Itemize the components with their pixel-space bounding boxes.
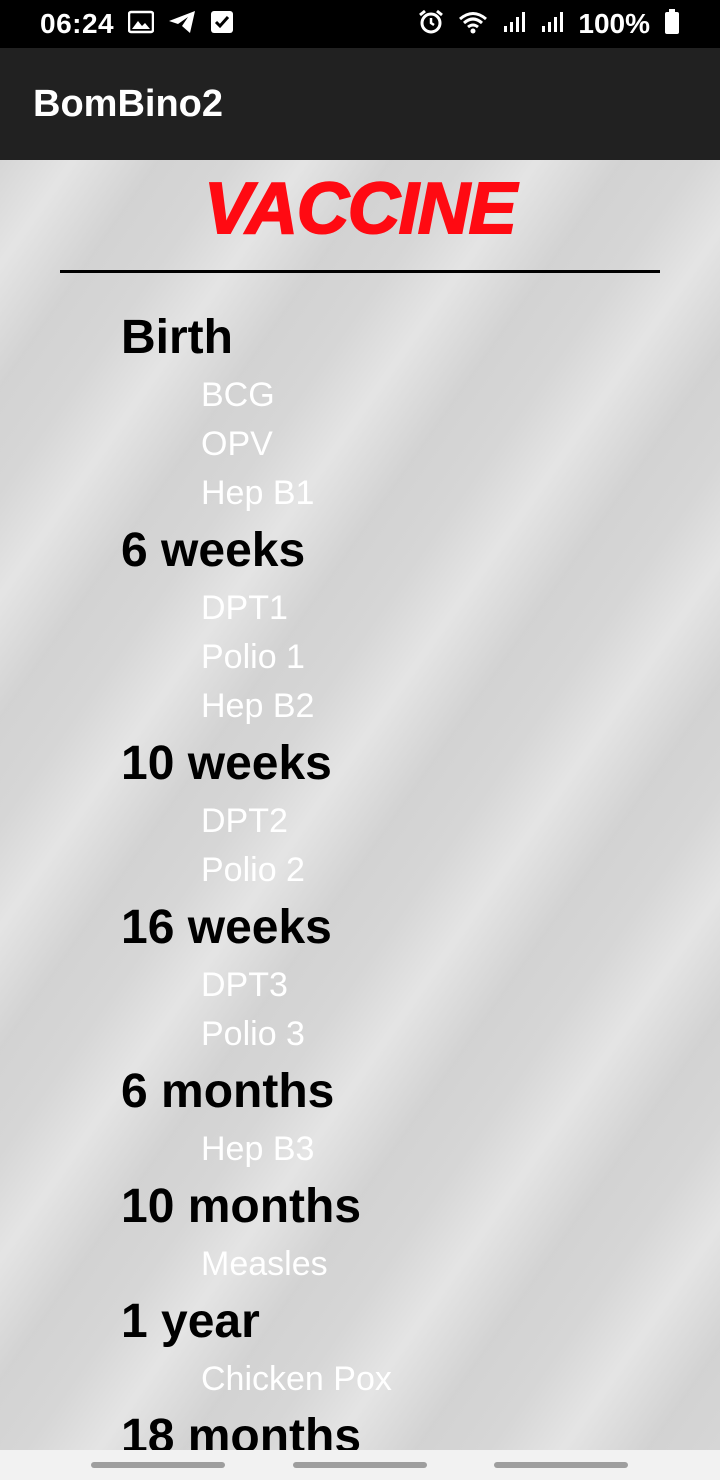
age-group-title: 16 weeks xyxy=(121,901,332,954)
navigation-bar xyxy=(0,1450,720,1480)
wifi-icon xyxy=(458,10,488,39)
vaccine-item: DPT2 xyxy=(201,802,288,840)
status-bar: 06:24 100% xyxy=(0,0,720,48)
vaccine-item: Hep B1 xyxy=(201,474,315,512)
heading-divider xyxy=(60,270,660,273)
vaccine-item: Polio 2 xyxy=(201,851,305,889)
battery-icon xyxy=(664,8,680,40)
vaccine-item: Measles xyxy=(201,1245,328,1283)
schedule-group: 1 year Chicken Pox xyxy=(0,1289,720,1404)
age-group-title: 10 weeks xyxy=(121,737,332,790)
vaccine-item: Chicken Pox xyxy=(201,1360,392,1398)
vaccine-item: DPT1 xyxy=(201,589,288,627)
schedule-group: 10 weeks DPT2 Polio 2 xyxy=(0,731,720,895)
vaccine-item: Hep B2 xyxy=(201,687,315,725)
nav-back-button[interactable] xyxy=(494,1462,628,1468)
age-group-title: 18 months xyxy=(121,1410,362,1450)
age-group-title: 1 year xyxy=(121,1295,260,1348)
age-group-title: 6 months xyxy=(121,1065,335,1118)
age-group-title: Birth xyxy=(121,311,233,364)
checkbox-icon xyxy=(210,10,234,39)
app-bar: BomBino2 xyxy=(0,48,720,160)
vaccine-item: BCG xyxy=(201,376,275,414)
nav-recents-button[interactable] xyxy=(91,1462,225,1468)
page-heading: VACCINE xyxy=(203,168,518,250)
vaccine-schedule-content[interactable]: VACCINE Birth BCG OPV Hep B1 6 weeks DPT1 Poli… xyxy=(0,160,720,1450)
schedule-group: 6 months Hep B3 xyxy=(0,1059,720,1174)
battery-percentage: 100% xyxy=(578,8,650,39)
vaccine-item: Hep B3 xyxy=(201,1130,315,1168)
vaccine-item: Polio 3 xyxy=(201,1015,305,1053)
app-title: BomBino2 xyxy=(33,82,223,125)
vaccine-schedule-list: Birth BCG OPV Hep B1 6 weeks DPT1 Polio 1 Hep B… xyxy=(0,305,720,1450)
signal-icon xyxy=(540,10,564,39)
nav-home-button[interactable] xyxy=(293,1462,427,1468)
telegram-icon xyxy=(168,10,196,39)
age-group-title: 6 weeks xyxy=(121,524,306,577)
schedule-group: 6 weeks DPT1 Polio 1 Hep B2 xyxy=(0,518,720,731)
vaccine-item: Polio 1 xyxy=(201,638,305,676)
schedule-group: 18 months xyxy=(0,1404,720,1450)
vaccine-item: OPV xyxy=(201,425,273,463)
schedule-group: 16 weeks DPT3 Polio 3 xyxy=(0,895,720,1059)
image-icon xyxy=(127,10,155,39)
alarm-icon xyxy=(418,9,444,40)
status-time: 06:24 xyxy=(40,8,115,39)
schedule-group: 10 months Measles xyxy=(0,1174,720,1289)
age-group-title: 10 months xyxy=(121,1180,362,1233)
schedule-group: Birth BCG OPV Hep B1 xyxy=(0,305,720,518)
signal-icon xyxy=(502,10,526,39)
vaccine-item: DPT3 xyxy=(201,966,288,1004)
